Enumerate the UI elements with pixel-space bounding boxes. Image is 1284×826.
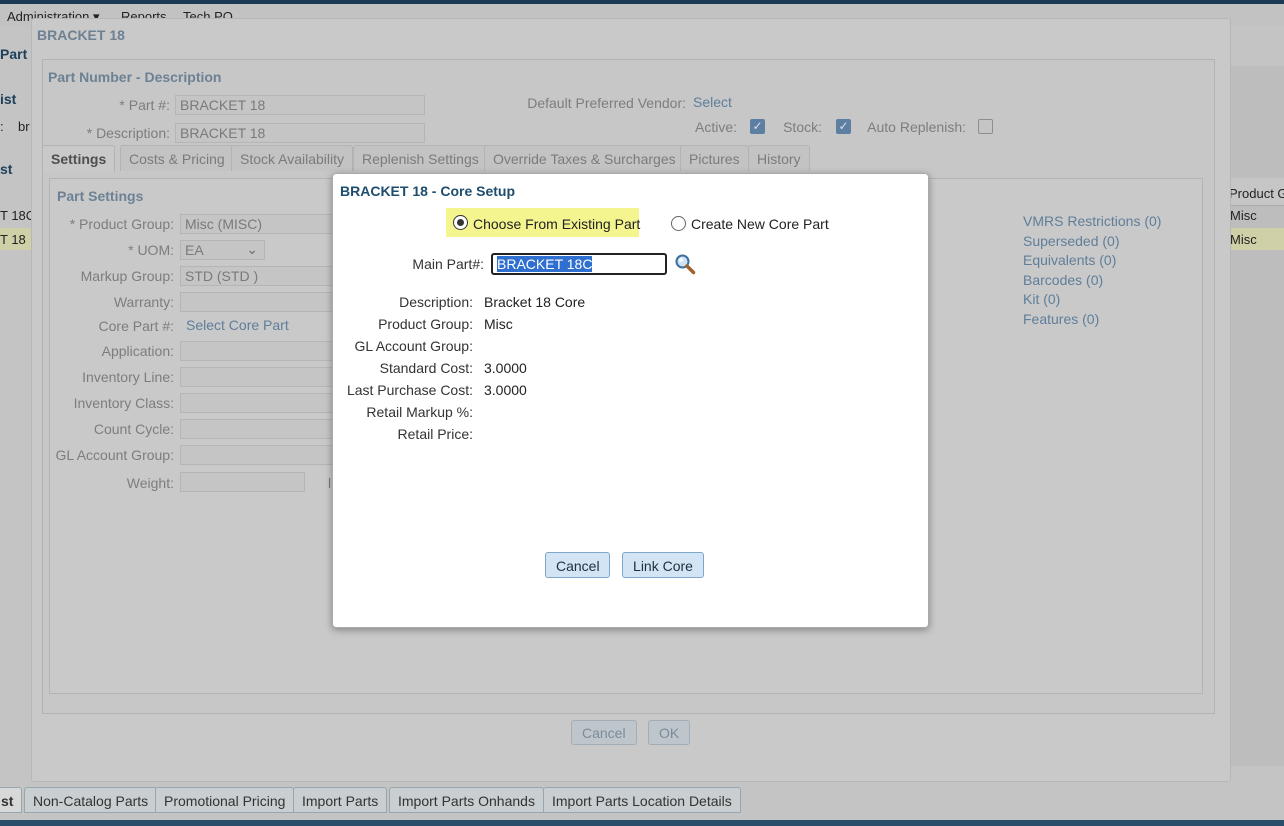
features-link[interactable]: Features (0) [1023, 311, 1099, 327]
weight-label: Weight: [126, 475, 174, 491]
gl-account-group-field[interactable] [180, 445, 335, 465]
bottom-tab-import-parts[interactable]: Import Parts [293, 787, 388, 813]
bottom-tab-non-catalog-parts[interactable]: Non-Catalog Parts [24, 787, 158, 813]
warranty-label: Warranty: [113, 294, 174, 310]
application-label: Application: [101, 343, 174, 359]
core-setup-cancel-button[interactable]: Cancel [545, 552, 610, 578]
part-dialog-ok-button[interactable]: OK [648, 720, 691, 745]
search-icon[interactable] [674, 253, 696, 275]
core-setup-title: BRACKET 18 - Core Setup [340, 183, 516, 199]
detail-standard-cost-label: Standard Cost: [379, 360, 473, 376]
select-core-part-link[interactable]: Select Core Part [186, 317, 289, 333]
part-number-section-title: Part Number - Description [48, 69, 222, 85]
background-row-part[interactable]: T 18 [0, 232, 26, 247]
part-settings-title: Part Settings [57, 188, 144, 204]
product-group-field[interactable]: Misc (MISC) [180, 214, 335, 234]
uom-value: EA [185, 242, 204, 258]
description-field[interactable]: BRACKET 18 [175, 123, 425, 143]
description-label: * Description: [86, 125, 170, 141]
markup-group-field[interactable]: STD (STD ) [180, 266, 335, 286]
main-part-value: BRACKET 18C [497, 256, 593, 272]
detail-retail-markup-label: Retail Markup %: [366, 404, 473, 420]
tab-costs-pricing[interactable]: Costs & Pricing [120, 145, 234, 171]
detail-product-group-label: Product Group: [378, 316, 473, 332]
equivalents-link[interactable]: Equivalents (0) [1023, 252, 1116, 268]
count-cycle-label: Count Cycle: [93, 421, 174, 437]
part-number-field[interactable]: BRACKET 18 [175, 95, 425, 115]
part-dialog-cancel-button[interactable]: Cancel [571, 720, 637, 745]
stock-checkbox[interactable]: ✓ [836, 119, 851, 134]
bottom-status-bar [0, 820, 1284, 826]
tab-pictures[interactable]: Pictures [680, 145, 749, 171]
detail-last-purchase-cost-label: Last Purchase Cost: [346, 382, 473, 398]
application-field[interactable] [180, 341, 335, 361]
background-product-col-header: Product G [1229, 186, 1284, 201]
active-label: Active: [694, 119, 737, 135]
background-right-grid [1230, 66, 1284, 766]
background-list2-heading: st [0, 161, 13, 177]
main-part-input[interactable]: BRACKET 18C [491, 253, 667, 275]
markup-group-label: Markup Group: [80, 268, 174, 284]
background-row-group: Misc [1230, 232, 1257, 247]
detail-gl-account-group-label: GL Account Group: [354, 338, 473, 354]
bottom-tab-import-parts-location-details[interactable]: Import Parts Location Details [543, 787, 741, 813]
gl-account-group-label: GL Account Group: [55, 447, 174, 463]
weight-field[interactable] [180, 472, 305, 492]
detail-product-group-value: Misc [484, 316, 513, 332]
superseded-link[interactable]: Superseded (0) [1023, 233, 1120, 249]
auto-replenish-checkbox[interactable] [978, 119, 993, 134]
background-row-group: Misc [1230, 208, 1257, 223]
detail-description-value: Bracket 18 Core [484, 294, 586, 310]
tab-stock-availability[interactable]: Stock Availability [231, 145, 354, 171]
default-vendor-label: Default Preferred Vendor: [527, 95, 686, 111]
part-number-label: * Part #: [119, 97, 170, 113]
background-part-heading: Part I [0, 46, 36, 62]
detail-retail-price-label: Retail Price: [397, 426, 473, 442]
tab-settings[interactable]: Settings [42, 145, 116, 172]
bottom-tab-import-parts-onhands[interactable]: Import Parts Onhands [389, 787, 544, 813]
background-list-heading: ist [0, 91, 17, 107]
default-vendor-select-link[interactable]: Select [693, 94, 732, 110]
tab-history[interactable]: History [748, 145, 810, 171]
background-search-value[interactable]: br [18, 119, 30, 134]
core-part-label: Core Part #: [98, 318, 174, 334]
part-dialog-title: BRACKET 18 [37, 27, 125, 43]
barcodes-link[interactable]: Barcodes (0) [1023, 272, 1103, 288]
bottom-tab-list[interactable]: st [0, 787, 23, 813]
vmrs-restrictions-link[interactable]: VMRS Restrictions (0) [1023, 213, 1161, 229]
tab-replenish-settings[interactable]: Replenish Settings [353, 145, 488, 171]
count-cycle-field[interactable] [180, 419, 335, 439]
detail-last-purchase-cost-value: 3.0000 [484, 382, 527, 398]
warranty-field[interactable] [180, 292, 335, 312]
tab-override-taxes[interactable]: Override Taxes & Surcharges [484, 145, 685, 171]
bottom-tab-promotional-pricing[interactable]: Promotional Pricing [155, 787, 295, 813]
stock-label: Stock: [783, 119, 822, 135]
detail-description-label: Description: [399, 294, 473, 310]
detail-standard-cost-value: 3.0000 [484, 360, 527, 376]
product-group-label: * Product Group: [69, 216, 174, 232]
uom-select[interactable]: EA ⌄ [180, 240, 265, 260]
uom-label: * UOM: [128, 242, 174, 258]
main-part-label: Main Part#: [412, 256, 484, 272]
create-new-label[interactable]: Create New Core Part [691, 216, 829, 232]
link-core-button[interactable]: Link Core [622, 552, 704, 578]
inventory-class-field[interactable] [180, 393, 335, 413]
background-row-part[interactable]: T 18C [0, 208, 35, 223]
choose-existing-label[interactable]: Choose From Existing Part [473, 216, 640, 232]
inventory-class-label: Inventory Class: [73, 395, 174, 411]
auto-replenish-label: Auto Replenish: [867, 119, 966, 135]
inventory-line-field[interactable] [180, 367, 335, 387]
choose-existing-radio[interactable] [453, 215, 468, 230]
create-new-radio[interactable] [671, 216, 686, 231]
chevron-down-icon: ⌄ [246, 241, 258, 257]
background-search-label: : [0, 119, 4, 134]
inventory-line-label: Inventory Line: [82, 369, 174, 385]
kit-link[interactable]: Kit (0) [1023, 291, 1060, 307]
